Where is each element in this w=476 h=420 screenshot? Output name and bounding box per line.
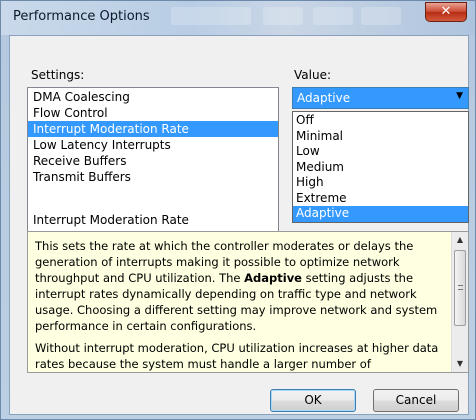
ok-button[interactable]: OK: [270, 389, 356, 412]
settings-item-flow-control[interactable]: Flow Control: [28, 105, 278, 121]
value-option-adaptive[interactable]: Adaptive: [293, 206, 468, 222]
description-title: Interrupt Moderation Rate: [33, 213, 189, 227]
blurred-background-tab: [263, 7, 303, 25]
settings-item-interrupt-moderation-rate[interactable]: Interrupt Moderation Rate: [28, 121, 278, 137]
value-combobox-selected: Adaptive: [297, 91, 351, 105]
blurred-background-tab: [313, 7, 353, 25]
value-combobox[interactable]: Adaptive ▼: [292, 87, 469, 109]
description-paragraph-2: Without interrupt moderation, CPU utiliz…: [35, 341, 439, 371]
value-option-minimal[interactable]: Minimal: [293, 129, 468, 145]
cancel-button[interactable]: Cancel: [373, 389, 459, 412]
settings-item-low-latency-interrupts[interactable]: Low Latency Interrupts: [28, 137, 278, 153]
settings-item-receive-buffers[interactable]: Receive Buffers: [28, 153, 278, 169]
description-paragraph-1: This sets the rate at which the controll…: [35, 239, 438, 333]
close-icon: ✕: [440, 4, 452, 19]
performance-options-dialog: Performance Options ✕ Settings: DMA Coal…: [0, 0, 476, 420]
scroll-down-arrow-icon[interactable]: ▼: [452, 356, 468, 372]
value-option-medium[interactable]: Medium: [293, 160, 468, 176]
blurred-background-tab: [361, 7, 401, 25]
close-button[interactable]: ✕: [425, 2, 467, 22]
blurred-background-tab: [171, 7, 251, 25]
description-bold-term: Adaptive: [244, 271, 302, 285]
title-bar[interactable]: Performance Options ✕: [1, 1, 475, 35]
grip-icon: [458, 285, 463, 290]
value-option-high[interactable]: High: [293, 175, 468, 191]
value-option-off[interactable]: Off: [293, 113, 468, 129]
value-option-extreme[interactable]: Extreme: [293, 191, 468, 207]
description-scrollbar[interactable]: ▲ ▼: [451, 232, 468, 372]
value-dropdown-list[interactable]: Off Minimal Low Medium High Extreme Adap…: [292, 111, 469, 223]
scroll-up-arrow-icon[interactable]: ▲: [452, 232, 468, 248]
chevron-down-icon[interactable]: ▼: [456, 91, 463, 101]
value-label: Value:: [294, 68, 331, 82]
scrollbar-thumb[interactable]: [454, 250, 466, 326]
settings-label: Settings:: [31, 68, 85, 82]
value-option-low[interactable]: Low: [293, 144, 468, 160]
description-text: This sets the rate at which the controll…: [35, 238, 443, 372]
settings-item-transmit-buffers[interactable]: Transmit Buffers: [28, 169, 278, 185]
description-panel: This sets the rate at which the controll…: [27, 231, 469, 373]
window-title: Performance Options: [13, 9, 150, 24]
settings-item-dma-coalescing[interactable]: DMA Coalescing: [28, 89, 278, 105]
